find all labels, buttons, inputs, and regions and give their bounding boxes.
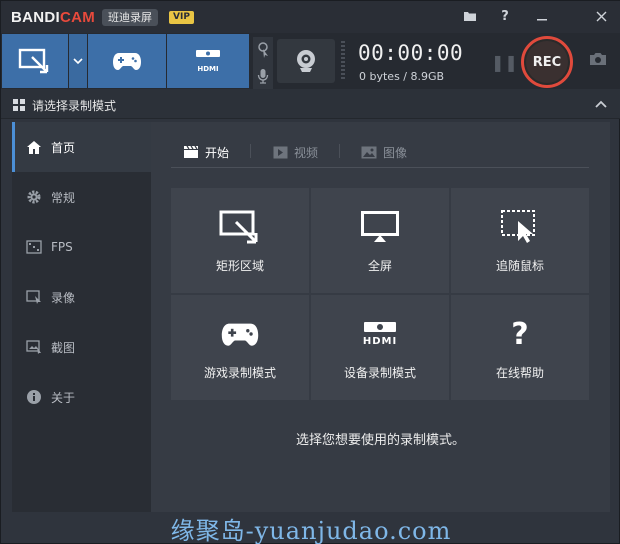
info-icon bbox=[24, 389, 44, 405]
close-icon[interactable] bbox=[591, 7, 611, 25]
toolbar: HDMI 00:00:00 0 bytes / 8.9GB ❚❚ REC bbox=[1, 33, 620, 89]
webcam-overlay-toggle[interactable] bbox=[253, 37, 273, 63]
sidebar-item-video[interactable]: 录像 bbox=[12, 272, 151, 322]
recording-timer: 00:00:00 bbox=[358, 41, 464, 65]
webcam-preview[interactable] bbox=[277, 39, 335, 83]
tile-follow-mouse[interactable]: 追随鼠标 bbox=[451, 188, 589, 293]
section-title: 请选择录制模式 bbox=[32, 99, 117, 113]
rect-select-icon bbox=[18, 48, 49, 74]
tab-divider bbox=[250, 144, 251, 158]
mode-section-header: 请选择录制模式 bbox=[1, 89, 620, 119]
rect-select-icon bbox=[218, 207, 262, 247]
rectangle-mode-button[interactable] bbox=[2, 34, 68, 88]
main-panel: 开始 视频 图像 矩形区域 全屏 追随鼠标 游戏录制模式 HDMI 设备录制模式… bbox=[151, 122, 610, 512]
tab-video[interactable]: 视频 bbox=[273, 142, 318, 162]
question-icon: ? bbox=[511, 314, 528, 354]
tab-bar: 开始 视频 图像 bbox=[171, 136, 589, 168]
tile-fullscreen[interactable]: 全屏 bbox=[311, 188, 449, 293]
tile-online-help[interactable]: ? 在线帮助 bbox=[451, 295, 589, 400]
video-record-icon bbox=[24, 290, 44, 304]
sidebar-item-home[interactable]: 首页 bbox=[12, 122, 151, 172]
hdmi-mode-button[interactable]: HDMI bbox=[167, 34, 249, 88]
image-capture-icon bbox=[24, 340, 44, 354]
logo-accent-text: CAM bbox=[60, 9, 96, 26]
tile-label: 在线帮助 bbox=[495, 366, 544, 380]
microphone-icon bbox=[257, 69, 269, 84]
tile-label: 全屏 bbox=[367, 259, 392, 273]
bandicam-window: BANDICAM 班迪录屏 VIP ? HDMI 00:00:00 0 byte… bbox=[0, 0, 620, 544]
app-logo: BANDICAM bbox=[11, 9, 95, 26]
sidebar-item-general[interactable]: 常规 bbox=[12, 172, 151, 222]
folder-icon[interactable] bbox=[460, 7, 480, 25]
sidebar-item-label: 关于 bbox=[51, 390, 76, 405]
tile-label: 设备录制模式 bbox=[343, 366, 416, 380]
tab-divider bbox=[339, 144, 340, 158]
sidebar-item-screenshot[interactable]: 截图 bbox=[12, 322, 151, 372]
rec-button[interactable]: REC bbox=[521, 36, 573, 88]
vip-badge: VIP bbox=[169, 11, 194, 24]
gear-icon bbox=[24, 189, 44, 205]
gamepad-icon bbox=[113, 53, 141, 70]
gamepad-icon bbox=[220, 314, 260, 354]
sidebar: 首页 常规 FPS 录像 截图 关于 bbox=[12, 122, 151, 512]
hdmi-text: HDMI bbox=[362, 335, 398, 347]
sidebar-item-label: FPS bbox=[51, 240, 73, 254]
tile-label: 游戏录制模式 bbox=[203, 366, 276, 380]
mode-hint-text: 选择您想要使用的录制模式。 bbox=[295, 433, 465, 448]
sidebar-item-label: 录像 bbox=[51, 290, 76, 305]
grid-icon bbox=[13, 99, 25, 111]
mode-dropdown-button[interactable] bbox=[69, 34, 87, 88]
webcam-icon bbox=[297, 50, 315, 72]
hdmi-label: HDMI bbox=[197, 64, 219, 73]
tile-rectangle-area[interactable]: 矩形区域 bbox=[171, 188, 309, 293]
play-icon bbox=[273, 146, 288, 159]
tile-device-mode[interactable]: HDMI 设备录制模式 bbox=[311, 295, 449, 400]
fps-icon bbox=[24, 240, 44, 254]
tab-image[interactable]: 图像 bbox=[361, 142, 407, 162]
cursor-follow-icon bbox=[500, 207, 540, 247]
home-icon bbox=[24, 140, 44, 155]
sidebar-item-label: 常规 bbox=[51, 190, 76, 205]
camera-icon[interactable] bbox=[589, 51, 607, 70]
sidebar-item-label: 截图 bbox=[51, 340, 76, 355]
app-name-badge: 班迪录屏 bbox=[102, 9, 158, 26]
level-meter bbox=[341, 41, 345, 81]
monitor-icon bbox=[361, 207, 399, 247]
tile-game-mode[interactable]: 游戏录制模式 bbox=[171, 295, 309, 400]
microphone-toggle[interactable] bbox=[253, 63, 273, 89]
tab-label: 视频 bbox=[294, 145, 319, 160]
cursor-cam-icon bbox=[258, 42, 268, 58]
pause-icon[interactable]: ❚❚ bbox=[491, 53, 518, 72]
title-bar: BANDICAM 班迪录屏 VIP ? bbox=[1, 1, 620, 33]
hdmi-icon bbox=[196, 49, 220, 57]
clapper-icon bbox=[183, 145, 199, 159]
tab-start[interactable]: 开始 bbox=[183, 142, 229, 162]
tab-label: 开始 bbox=[205, 145, 230, 160]
minimize-icon[interactable] bbox=[532, 7, 552, 25]
sidebar-item-fps[interactable]: FPS bbox=[12, 222, 151, 272]
tile-label: 矩形区域 bbox=[215, 259, 264, 273]
logo-main-text: BANDI bbox=[11, 9, 60, 26]
recording-size: 0 bytes / 8.9GB bbox=[359, 70, 445, 83]
question-glyph: ? bbox=[511, 316, 529, 352]
hdmi-icon: HDMI bbox=[361, 314, 399, 354]
watermark-text: 缘聚岛-yuanjudao.com bbox=[170, 517, 452, 544]
game-mode-button[interactable] bbox=[88, 34, 166, 88]
chevron-down-icon bbox=[73, 57, 83, 64]
help-icon[interactable]: ? bbox=[495, 7, 515, 25]
sidebar-item-label: 首页 bbox=[51, 140, 76, 155]
tile-label: 追随鼠标 bbox=[495, 259, 544, 273]
tab-label: 图像 bbox=[383, 145, 408, 160]
picture-icon bbox=[361, 146, 377, 159]
sidebar-item-about[interactable]: 关于 bbox=[12, 372, 151, 422]
mode-grid: 矩形区域 全屏 追随鼠标 游戏录制模式 HDMI 设备录制模式 ? 在线帮助 bbox=[171, 188, 589, 400]
collapse-icon[interactable] bbox=[595, 97, 607, 111]
